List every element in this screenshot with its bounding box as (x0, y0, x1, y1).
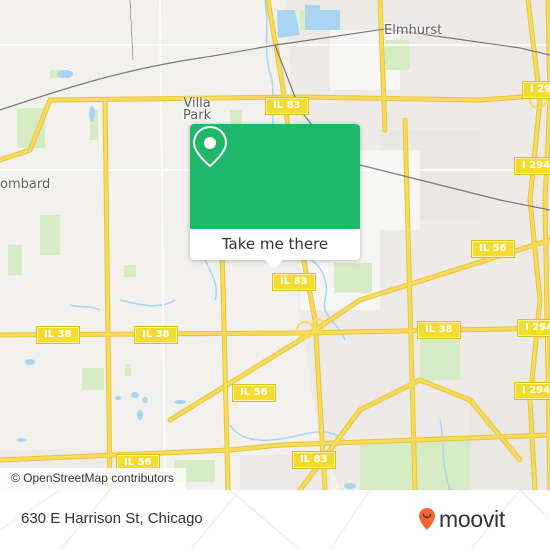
popup-pointer (265, 260, 283, 269)
route-shield: IL 83 (292, 451, 336, 469)
route-shield: I 294 (513, 157, 550, 175)
park (420, 335, 460, 380)
moovit-wordmark: moovit (439, 506, 505, 532)
river (119, 299, 176, 307)
location-pin-icon (192, 125, 228, 168)
minor-road (159, 0, 166, 490)
moovit-pin-icon (419, 508, 435, 530)
route-shield: I 29 (521, 81, 550, 99)
park (124, 265, 136, 277)
park (230, 110, 242, 125)
route-shield: IL 38 (417, 321, 461, 339)
pond (17, 438, 27, 442)
pond (174, 400, 186, 404)
route-shield: IL 83 (272, 273, 316, 291)
river (69, 304, 101, 311)
route-shield: IL 38 (134, 326, 178, 344)
route-shield: I 294 (513, 382, 550, 400)
park (40, 215, 60, 255)
route-shield: IL 56 (471, 240, 515, 258)
route-shield: IL 38 (36, 326, 80, 344)
footer: 630 E Harrison St, Chicago moovit (0, 490, 550, 550)
map-attribution[interactable]: © OpenStreetMap contributors (0, 468, 186, 490)
place-label-villa-park: Villa Park (183, 96, 212, 123)
take-me-there-button[interactable]: Take me there (190, 229, 360, 260)
park (125, 364, 131, 376)
pond (57, 70, 73, 78)
pond (137, 410, 143, 420)
pond (344, 483, 356, 489)
railway (129, 0, 134, 61)
place-label-lombard: ombard (0, 177, 51, 192)
park (82, 368, 104, 390)
pond (142, 397, 148, 403)
map[interactable]: Elmhurst Villa Park ombard IL 83 I 29 I … (0, 0, 550, 490)
route-shield: I 294 (516, 319, 550, 337)
pond (131, 392, 139, 398)
park (334, 263, 372, 293)
destination-popup: Take me there (190, 124, 360, 269)
place-label-elmhurst: Elmhurst (384, 23, 443, 38)
park (8, 245, 22, 275)
moovit-logo[interactable]: moovit (418, 507, 505, 531)
route-shield: IL 83 (265, 97, 309, 115)
pond (115, 396, 121, 400)
pond (25, 359, 35, 365)
destination-address: 630 E Harrison St, Chicago (21, 510, 203, 527)
pond (89, 106, 95, 122)
route-shield: IL 56 (232, 384, 276, 402)
popup-header (190, 124, 360, 229)
